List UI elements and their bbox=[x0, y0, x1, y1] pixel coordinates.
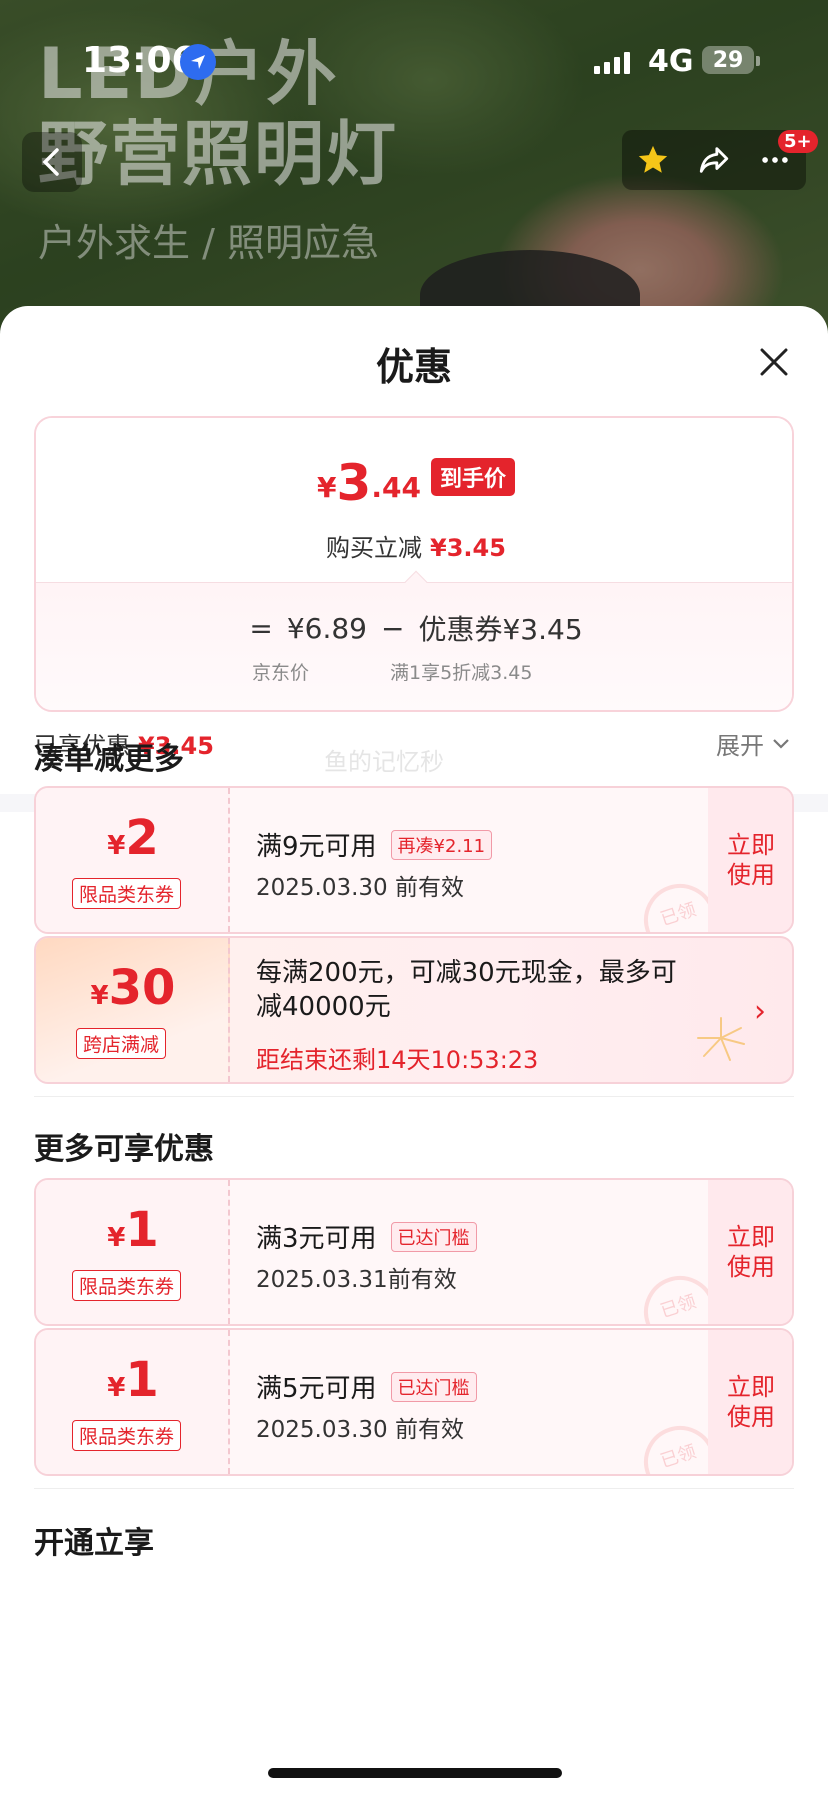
coupon-condition: 满5元可用 已达门槛 bbox=[256, 1368, 477, 1405]
final-price: ¥ 3 .44 到手价 bbox=[36, 454, 792, 512]
use-label-line1: 立即 bbox=[727, 831, 775, 859]
close-icon bbox=[760, 348, 788, 376]
coupon-amount-value: 1 bbox=[125, 1202, 159, 1258]
expand-button[interactable]: 展开 bbox=[716, 726, 790, 761]
use-coupon-button[interactable]: 立即 使用 bbox=[708, 1330, 792, 1474]
base-price-caption: 京东价 bbox=[252, 662, 310, 684]
divider bbox=[34, 1096, 794, 1097]
product-image-title-line2: 野营照明灯 bbox=[38, 113, 398, 195]
promo-amount-value: 30 bbox=[108, 960, 176, 1016]
status-bar: 13:06 4G 29 bbox=[0, 0, 828, 124]
watermark-text: 鱼的记忆秒 bbox=[324, 748, 444, 776]
coupon-card: ¥2 限品类东券 满9元可用 再凑¥2.11 2025.03.30 前有效 已领… bbox=[34, 786, 794, 934]
instant-reduction-label: 购买立减 bbox=[326, 534, 423, 562]
coupon-expiry: 2025.03.31前有效 bbox=[256, 1267, 457, 1293]
promo-value-panel: ¥30 跨店满减 bbox=[36, 938, 230, 1082]
coupon-type-tag: 限品类东券 bbox=[72, 878, 182, 909]
final-price-decimal: .44 bbox=[371, 471, 421, 504]
star-icon bbox=[638, 145, 667, 173]
coupon-status-badge: 已达门槛 bbox=[390, 1371, 477, 1402]
coupon-currency: ¥ bbox=[107, 1373, 126, 1403]
battery-nub bbox=[756, 56, 760, 66]
promo-amount: ¥30 bbox=[36, 964, 230, 1012]
coupon-value-panel: ¥2 限品类东券 bbox=[36, 788, 230, 932]
product-image-subtitle: 户外求生 / 照明应急 bbox=[38, 221, 379, 265]
coupon-type-tag: 限品类东券 bbox=[72, 1270, 182, 1301]
battery-level: 29 bbox=[712, 47, 744, 73]
promo-countdown: 距结束还剩14天10:53:23 bbox=[256, 1046, 539, 1074]
formula-base-price: ¥6.89 bbox=[286, 611, 367, 645]
promo-description-line2: 减40000元 bbox=[256, 992, 391, 1022]
coupon-currency: ¥ bbox=[107, 1223, 126, 1253]
coupon-card: ¥1 限品类东券 满3元可用 已达门槛 2025.03.31前有效 已领 立即 … bbox=[34, 1178, 794, 1326]
coupon-amount-value: 2 bbox=[125, 810, 159, 866]
cross-store-promo-card[interactable]: ¥30 跨店满减 每满200元，可减30元现金，最多可 减40000元 距结束还… bbox=[34, 936, 794, 1084]
final-price-currency: ¥ bbox=[317, 471, 337, 504]
use-label-line2: 使用 bbox=[727, 1403, 775, 1431]
coupon-amount-value: 1 bbox=[125, 1352, 159, 1408]
share-icon bbox=[699, 147, 729, 173]
favorite-button[interactable] bbox=[628, 135, 678, 185]
use-label-line1: 立即 bbox=[727, 1223, 775, 1251]
final-price-area: ¥ 3 .44 到手价 购买立减 ¥3.45 bbox=[36, 418, 792, 582]
coupon-condition: 满3元可用 已达门槛 bbox=[256, 1218, 477, 1255]
final-price-tag: 到手价 bbox=[430, 458, 515, 496]
section-title-open: 开通立享 bbox=[34, 1526, 154, 1561]
coupon-condition-text: 满5元可用 bbox=[256, 1374, 377, 1404]
section-title-enjoy: 更多可享优惠 bbox=[34, 1132, 214, 1167]
formula-equals: = bbox=[249, 611, 273, 645]
coupon-type-tag: 限品类东券 bbox=[72, 1420, 182, 1451]
coupon-status-badge: 已达门槛 bbox=[390, 1221, 477, 1252]
use-coupon-button[interactable]: 立即 使用 bbox=[708, 788, 792, 932]
final-price-integer: 3 bbox=[336, 454, 372, 512]
network-type: 4G bbox=[648, 44, 694, 79]
coupon-condition-text: 满3元可用 bbox=[256, 1224, 377, 1254]
price-formula: = ¥6.89 − 优惠券¥3.45 bbox=[36, 608, 792, 648]
home-indicator bbox=[268, 1768, 562, 1778]
use-label-line2: 使用 bbox=[727, 861, 775, 889]
chevron-right-icon: › bbox=[754, 994, 766, 1029]
share-button[interactable] bbox=[689, 135, 739, 185]
coupon-amount: ¥2 bbox=[36, 814, 230, 862]
formula-minus: − bbox=[381, 611, 405, 645]
coupon-value-panel: ¥1 限品类东券 bbox=[36, 1180, 230, 1324]
chevron-down-icon bbox=[773, 738, 789, 749]
price-breakdown-card: ¥ 3 .44 到手价 购买立减 ¥3.45 = ¥6.89 − 优惠券¥3.45… bbox=[34, 416, 794, 712]
chevron-left-icon bbox=[42, 148, 59, 176]
discount-sheet: 优惠 ¥ 3 .44 到手价 购买立减 ¥3.45 = ¥6.89 − 优惠券¥3… bbox=[0, 306, 828, 1796]
promo-type-tag: 跨店满减 bbox=[76, 1028, 167, 1059]
sparkle-decoration-icon bbox=[697, 1017, 745, 1061]
expand-label: 展开 bbox=[716, 732, 764, 760]
use-label-line2: 使用 bbox=[727, 1253, 775, 1281]
promo-description-line1: 每满200元，可减30元现金，最多可 bbox=[256, 958, 677, 988]
use-label-line1: 立即 bbox=[727, 1373, 775, 1401]
instant-reduction-value: ¥3.45 bbox=[430, 534, 506, 562]
coupon-currency: ¥ bbox=[107, 831, 126, 861]
coupon-value-panel: ¥1 限品类东券 bbox=[36, 1330, 230, 1474]
coupon-condition-text: 满9元可用 bbox=[256, 832, 377, 862]
close-button[interactable] bbox=[752, 340, 796, 384]
battery-icon: 29 bbox=[702, 46, 754, 74]
sheet-title: 优惠 bbox=[375, 345, 452, 389]
divider bbox=[34, 1488, 794, 1489]
cellular-signal-icon bbox=[594, 52, 630, 74]
back-button[interactable] bbox=[22, 132, 82, 192]
coupon-card: ¥1 限品类东券 满5元可用 已达门槛 2025.03.30 前有效 已领 立即… bbox=[34, 1328, 794, 1476]
coupon-caption: 满1享5折减3.45 bbox=[390, 662, 533, 684]
section-title-more: 凑单减更多 bbox=[34, 742, 184, 777]
promo-currency: ¥ bbox=[90, 981, 109, 1011]
location-arrow-icon bbox=[180, 44, 216, 80]
coupon-expiry: 2025.03.30 前有效 bbox=[256, 875, 464, 901]
formula-coupon: 优惠券¥3.45 bbox=[418, 613, 583, 646]
instant-reduction: 购买立减 ¥3.45 bbox=[36, 528, 792, 563]
use-coupon-button[interactable]: 立即 使用 bbox=[708, 1180, 792, 1324]
coupon-amount: ¥1 bbox=[36, 1206, 230, 1254]
coupon-expiry: 2025.03.30 前有效 bbox=[256, 1417, 464, 1443]
coupon-condition: 满9元可用 再凑¥2.11 bbox=[256, 826, 493, 863]
promo-description: 每满200元，可减30元现金，最多可 减40000元 bbox=[256, 956, 756, 1024]
coupon-amount: ¥1 bbox=[36, 1356, 230, 1404]
more-badge: 5+ bbox=[778, 130, 818, 153]
coupon-status-badge: 再凑¥2.11 bbox=[390, 829, 493, 860]
